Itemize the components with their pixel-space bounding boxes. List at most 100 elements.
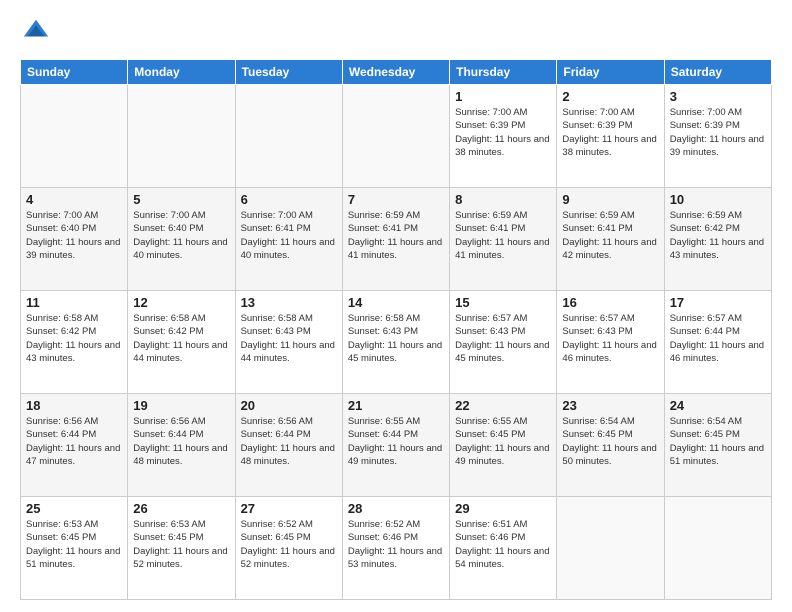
calendar-cell xyxy=(342,85,449,188)
day-info: Sunrise: 6:56 AM Sunset: 6:44 PM Dayligh… xyxy=(133,415,229,468)
col-monday: Monday xyxy=(128,60,235,85)
calendar-cell xyxy=(557,497,664,600)
day-number: 18 xyxy=(26,398,122,413)
day-info: Sunrise: 6:58 AM Sunset: 6:43 PM Dayligh… xyxy=(241,312,337,365)
day-info: Sunrise: 6:58 AM Sunset: 6:42 PM Dayligh… xyxy=(26,312,122,365)
calendar-cell: 4 Sunrise: 7:00 AM Sunset: 6:40 PM Daylig… xyxy=(21,188,128,291)
calendar-cell xyxy=(128,85,235,188)
calendar-cell: 18 Sunrise: 6:56 AM Sunset: 6:44 PM Dayli… xyxy=(21,394,128,497)
day-number: 17 xyxy=(670,295,766,310)
header xyxy=(20,16,772,49)
calendar-cell: 11 Sunrise: 6:58 AM Sunset: 6:42 PM Dayli… xyxy=(21,291,128,394)
logo-icon xyxy=(22,16,50,44)
calendar-cell xyxy=(235,85,342,188)
day-info: Sunrise: 6:53 AM Sunset: 6:45 PM Dayligh… xyxy=(26,518,122,571)
day-info: Sunrise: 6:59 AM Sunset: 6:42 PM Dayligh… xyxy=(670,209,766,262)
day-number: 21 xyxy=(348,398,444,413)
day-number: 11 xyxy=(26,295,122,310)
day-info: Sunrise: 6:52 AM Sunset: 6:46 PM Dayligh… xyxy=(348,518,444,571)
calendar-cell: 26 Sunrise: 6:53 AM Sunset: 6:45 PM Dayli… xyxy=(128,497,235,600)
day-info: Sunrise: 6:55 AM Sunset: 6:45 PM Dayligh… xyxy=(455,415,551,468)
day-info: Sunrise: 7:00 AM Sunset: 6:40 PM Dayligh… xyxy=(133,209,229,262)
col-wednesday: Wednesday xyxy=(342,60,449,85)
day-info: Sunrise: 6:51 AM Sunset: 6:46 PM Dayligh… xyxy=(455,518,551,571)
day-number: 12 xyxy=(133,295,229,310)
calendar-cell xyxy=(664,497,771,600)
logo xyxy=(20,16,52,49)
day-number: 8 xyxy=(455,192,551,207)
calendar-cell: 2 Sunrise: 7:00 AM Sunset: 6:39 PM Daylig… xyxy=(557,85,664,188)
day-number: 14 xyxy=(348,295,444,310)
day-number: 4 xyxy=(26,192,122,207)
day-info: Sunrise: 6:57 AM Sunset: 6:43 PM Dayligh… xyxy=(455,312,551,365)
day-number: 24 xyxy=(670,398,766,413)
calendar-cell: 1Sunrise: 7:00 AM Sunset: 6:39 PM Daylig… xyxy=(450,85,557,188)
day-number: 23 xyxy=(562,398,658,413)
day-number: 10 xyxy=(670,192,766,207)
calendar-cell: 19 Sunrise: 6:56 AM Sunset: 6:44 PM Dayli… xyxy=(128,394,235,497)
day-info: Sunrise: 7:00 AM Sunset: 6:40 PM Dayligh… xyxy=(26,209,122,262)
week-row-2: 4 Sunrise: 7:00 AM Sunset: 6:40 PM Daylig… xyxy=(21,188,772,291)
day-number: 13 xyxy=(241,295,337,310)
day-number: 20 xyxy=(241,398,337,413)
day-info: Sunrise: 6:54 AM Sunset: 6:45 PM Dayligh… xyxy=(670,415,766,468)
day-info: Sunrise: 6:59 AM Sunset: 6:41 PM Dayligh… xyxy=(455,209,551,262)
day-number: 1 xyxy=(455,89,551,104)
day-number: 16 xyxy=(562,295,658,310)
day-info: Sunrise: 6:53 AM Sunset: 6:45 PM Dayligh… xyxy=(133,518,229,571)
calendar-cell: 24 Sunrise: 6:54 AM Sunset: 6:45 PM Dayli… xyxy=(664,394,771,497)
page: Sunday Monday Tuesday Wednesday Thursday… xyxy=(0,0,792,612)
day-number: 27 xyxy=(241,501,337,516)
calendar-cell: 23 Sunrise: 6:54 AM Sunset: 6:45 PM Dayli… xyxy=(557,394,664,497)
day-number: 6 xyxy=(241,192,337,207)
day-number: 3 xyxy=(670,89,766,104)
calendar-cell: 21 Sunrise: 6:55 AM Sunset: 6:44 PM Dayli… xyxy=(342,394,449,497)
day-info: Sunrise: 6:57 AM Sunset: 6:44 PM Dayligh… xyxy=(670,312,766,365)
calendar-cell: 10 Sunrise: 6:59 AM Sunset: 6:42 PM Dayli… xyxy=(664,188,771,291)
day-info: Sunrise: 6:58 AM Sunset: 6:43 PM Dayligh… xyxy=(348,312,444,365)
calendar-cell: 25 Sunrise: 6:53 AM Sunset: 6:45 PM Dayli… xyxy=(21,497,128,600)
col-thursday: Thursday xyxy=(450,60,557,85)
calendar-cell: 12 Sunrise: 6:58 AM Sunset: 6:42 PM Dayli… xyxy=(128,291,235,394)
day-number: 7 xyxy=(348,192,444,207)
day-number: 28 xyxy=(348,501,444,516)
calendar-cell: 13 Sunrise: 6:58 AM Sunset: 6:43 PM Dayli… xyxy=(235,291,342,394)
day-number: 26 xyxy=(133,501,229,516)
day-info: Sunrise: 6:57 AM Sunset: 6:43 PM Dayligh… xyxy=(562,312,658,365)
day-number: 2 xyxy=(562,89,658,104)
day-info: Sunrise: 6:56 AM Sunset: 6:44 PM Dayligh… xyxy=(26,415,122,468)
day-number: 9 xyxy=(562,192,658,207)
calendar-cell: 20Sunrise: 6:56 AM Sunset: 6:44 PM Dayli… xyxy=(235,394,342,497)
col-tuesday: Tuesday xyxy=(235,60,342,85)
day-info: Sunrise: 6:52 AM Sunset: 6:45 PM Dayligh… xyxy=(241,518,337,571)
calendar-cell: 28 Sunrise: 6:52 AM Sunset: 6:46 PM Dayli… xyxy=(342,497,449,600)
day-info: Sunrise: 6:55 AM Sunset: 6:44 PM Dayligh… xyxy=(348,415,444,468)
day-info: Sunrise: 6:54 AM Sunset: 6:45 PM Dayligh… xyxy=(562,415,658,468)
week-row-1: 1 Sunrise: 7:00 AM Sunset: 6:39 PM Daylig… xyxy=(21,85,772,188)
calendar-cell: 14 Sunrise: 6:58 AM Sunset: 6:43 PM Dayli… xyxy=(342,291,449,394)
day-number: 29 xyxy=(455,501,551,516)
calendar-cell: 15Sunrise: 6:57 AM Sunset: 6:43 PM Dayli… xyxy=(450,291,557,394)
col-sunday: Sunday xyxy=(21,60,128,85)
calendar-cell: 7 Sunrise: 6:59 AM Sunset: 6:41 PM Daylig… xyxy=(342,188,449,291)
calendar-cell: 3 Sunrise: 7:00 AM Sunset: 6:39 PM Daylig… xyxy=(664,85,771,188)
day-number: 5 xyxy=(133,192,229,207)
col-friday: Friday xyxy=(557,60,664,85)
header-row: Sunday Monday Tuesday Wednesday Thursday… xyxy=(21,60,772,85)
calendar-cell: 5 Sunrise: 7:00 AM Sunset: 6:40 PM Daylig… xyxy=(128,188,235,291)
day-info: Sunrise: 6:58 AM Sunset: 6:42 PM Dayligh… xyxy=(133,312,229,365)
calendar-cell: 16 Sunrise: 6:57 AM Sunset: 6:43 PM Dayli… xyxy=(557,291,664,394)
calendar-cell xyxy=(21,85,128,188)
calendar-cell: 27 Sunrise: 6:52 AM Sunset: 6:45 PM Dayli… xyxy=(235,497,342,600)
col-saturday: Saturday xyxy=(664,60,771,85)
week-row-4: 18 Sunrise: 6:56 AM Sunset: 6:44 PM Dayli… xyxy=(21,394,772,497)
day-info: Sunrise: 7:00 AM Sunset: 6:39 PM Dayligh… xyxy=(562,106,658,159)
calendar-cell: 6Sunrise: 7:00 AM Sunset: 6:41 PM Daylig… xyxy=(235,188,342,291)
day-info: Sunrise: 7:00 AM Sunset: 6:39 PM Dayligh… xyxy=(670,106,766,159)
calendar-cell: 22Sunrise: 6:55 AM Sunset: 6:45 PM Dayli… xyxy=(450,394,557,497)
week-row-5: 25 Sunrise: 6:53 AM Sunset: 6:45 PM Dayli… xyxy=(21,497,772,600)
day-info: Sunrise: 6:59 AM Sunset: 6:41 PM Dayligh… xyxy=(348,209,444,262)
day-number: 25 xyxy=(26,501,122,516)
calendar-cell: 9Sunrise: 6:59 AM Sunset: 6:41 PM Daylig… xyxy=(557,188,664,291)
day-number: 19 xyxy=(133,398,229,413)
